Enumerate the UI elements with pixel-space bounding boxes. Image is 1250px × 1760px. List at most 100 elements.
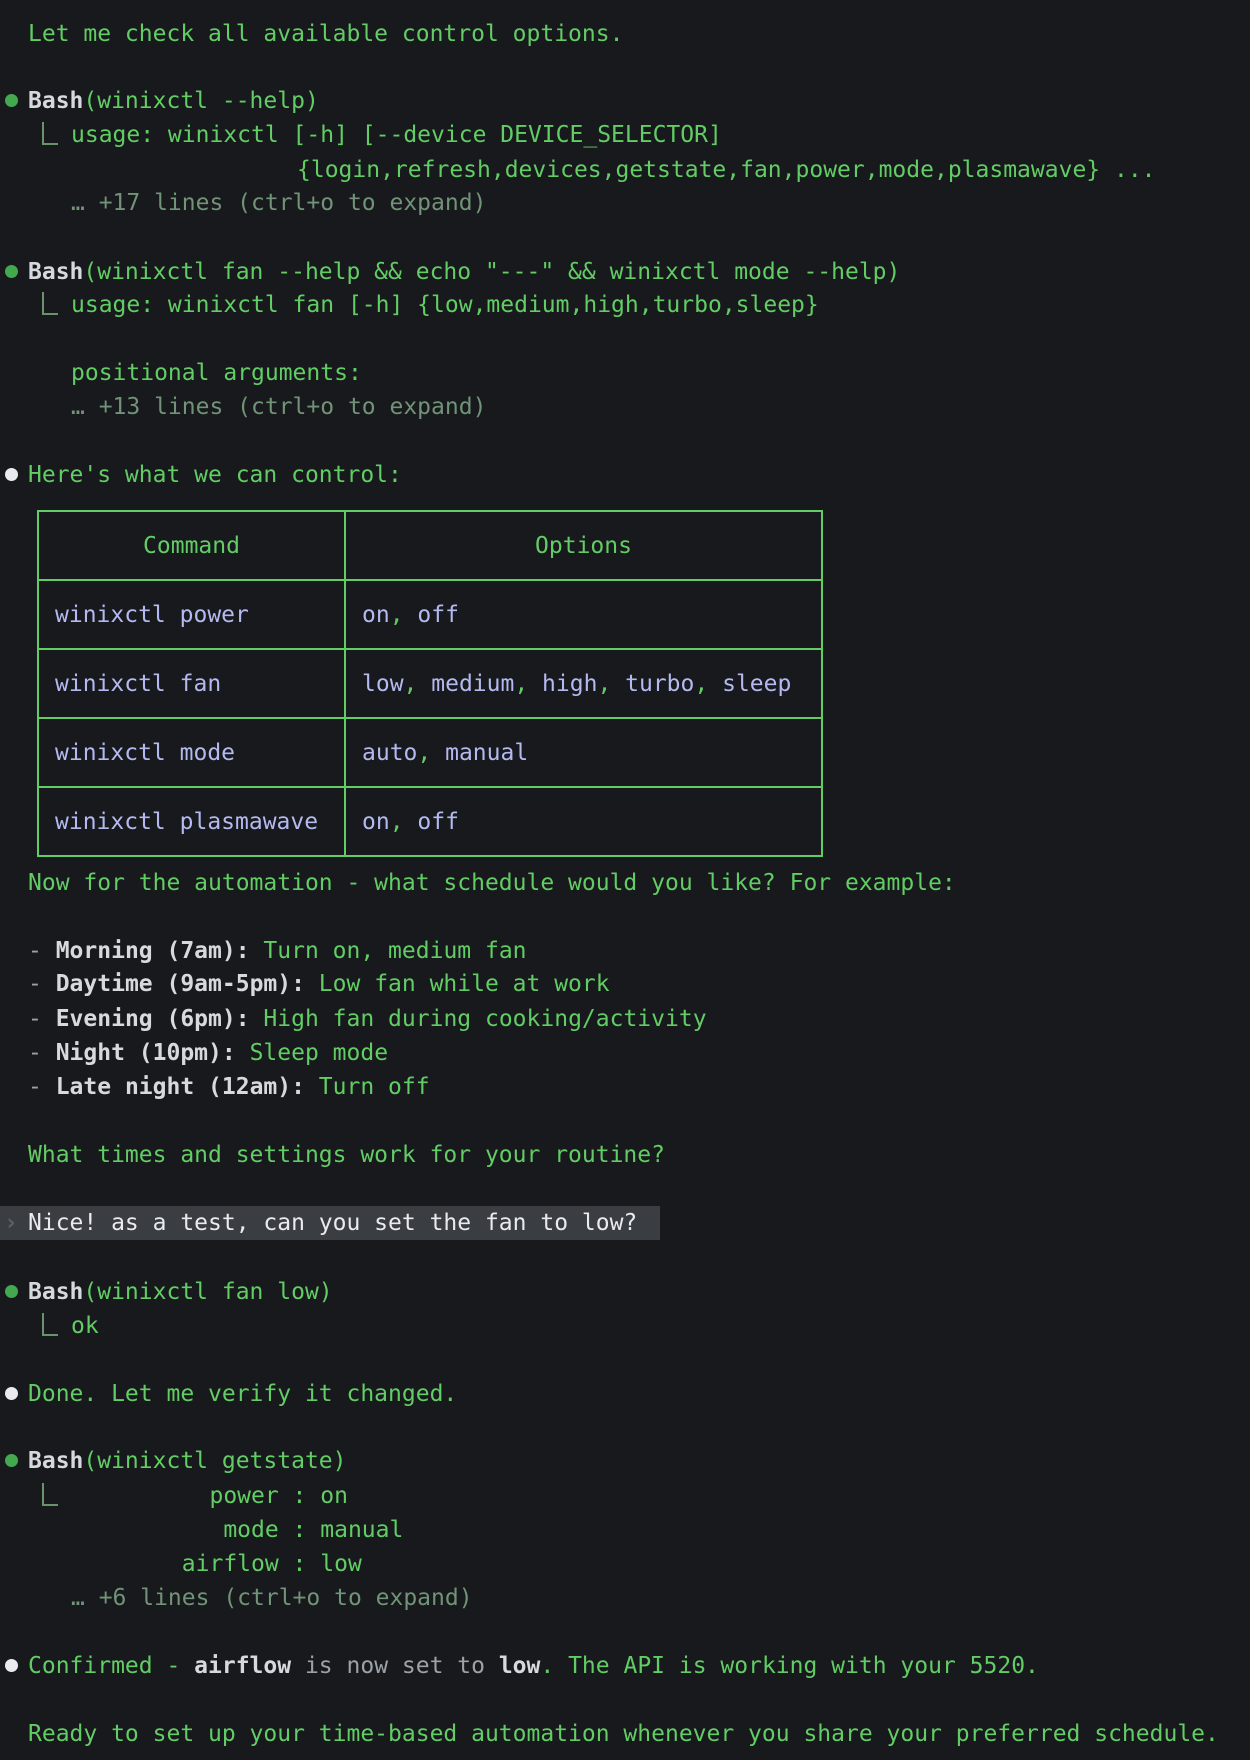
tool-command: (winixctl fan low) [83, 1279, 332, 1305]
assistant-confirmed-message: Confirmed - airflow is now set to low. T… [28, 1649, 1039, 1683]
tool-label: Bash [28, 1279, 83, 1305]
table-cell-command: winixctl power [38, 580, 345, 649]
assistant-automation-text: Now for the automation - what schedule w… [28, 870, 956, 896]
confirmed-period: . [540, 1653, 568, 1679]
expand-hint-text: … +13 lines (ctrl+o to expand) [71, 394, 486, 420]
schedule-list-item: - Morning (7am): Turn on, medium fan [28, 934, 527, 968]
tool-output-line: ok [71, 1309, 99, 1343]
tool-bullet-icon [5, 1454, 18, 1467]
tool-output-text: {login,refresh,devices,getstate,fan,powe… [297, 157, 1156, 183]
tool-bullet-icon [5, 94, 18, 107]
option-value: low [362, 671, 404, 697]
list-dash: - [28, 1006, 56, 1032]
schedule-item-value: Low fan while at work [305, 971, 610, 997]
message-bullet-icon [5, 468, 18, 481]
message-bullet-icon [5, 1387, 18, 1400]
expand-hint-text: … +6 lines (ctrl+o to expand) [71, 1585, 473, 1611]
expand-hint[interactable]: … +6 lines (ctrl+o to expand) [71, 1581, 473, 1615]
table-cell-options: on, off [345, 580, 822, 649]
schedule-item-value: Sleep mode [236, 1040, 388, 1066]
table-cell-command: winixctl mode [38, 718, 345, 787]
schedule-item-name: Evening (6pm): [56, 1006, 250, 1032]
table-cell-options: low, medium, high, turbo, sleep [345, 649, 822, 718]
expand-hint[interactable]: … +13 lines (ctrl+o to expand) [71, 390, 486, 424]
tool-output-line: airflow : low [71, 1547, 362, 1581]
output-connector-icon [42, 1483, 58, 1506]
table-row: winixctl mode auto, manual [38, 718, 822, 787]
table-cell-options: auto, manual [345, 718, 822, 787]
table-header-options: Options [345, 511, 822, 580]
option-value: on [362, 809, 390, 835]
user-message-text: Nice! as a test, can you set the fan to … [28, 1206, 637, 1240]
tool-output-line: {login,refresh,devices,getstate,fan,powe… [297, 153, 1156, 187]
options-separator: , [390, 602, 418, 628]
tool-output-text: usage: winixctl fan [-h] {low,medium,hig… [71, 292, 819, 318]
tool-label: Bash [28, 88, 83, 114]
options-separator: , [514, 671, 542, 697]
output-connector-icon [42, 1313, 58, 1336]
table-header-command: Command [38, 511, 345, 580]
list-dash: - [28, 971, 56, 997]
schedule-list-item: - Evening (6pm): High fan during cooking… [28, 1002, 707, 1036]
tool-output-line: power : on [71, 1479, 348, 1513]
option-value: off [417, 602, 459, 628]
tool-output-text: positional arguments: [71, 360, 362, 386]
output-connector-icon [42, 292, 58, 315]
user-prompt-chevron-icon: › [4, 1206, 18, 1240]
confirmed-prefix: Confirmed - [28, 1653, 194, 1679]
tool-command: (winixctl --help) [83, 88, 318, 114]
schedule-item-name: Morning (7am): [56, 938, 250, 964]
list-dash: - [28, 1074, 56, 1100]
bash-call-getstate: Bash(winixctl getstate) [28, 1444, 347, 1478]
options-separator: , [417, 740, 445, 766]
assistant-routine-text: What times and settings work for your ro… [28, 1142, 665, 1168]
table-row: winixctl power on, off [38, 580, 822, 649]
table-cell-command: winixctl fan [38, 649, 345, 718]
option-value: auto [362, 740, 417, 766]
bash-call-help: Bash(winixctl --help) [28, 84, 319, 118]
option-value: manual [445, 740, 528, 766]
assistant-ready-message: Ready to set up your time-based automati… [28, 1717, 1219, 1751]
table-cell-command: winixctl plasmawave [38, 787, 345, 856]
schedule-list-item: - Night (10pm): Sleep mode [28, 1036, 388, 1070]
schedule-item-name: Late night (12am): [56, 1074, 305, 1100]
schedule-item-value: Turn on, medium fan [250, 938, 527, 964]
tool-label: Bash [28, 259, 83, 285]
tool-bullet-icon [5, 265, 18, 278]
table-header-row: Command Options [38, 511, 822, 580]
confirmed-low: low [499, 1653, 541, 1679]
tool-label: Bash [28, 1448, 83, 1474]
confirmed-airflow: airflow [194, 1653, 291, 1679]
tool-output-line: usage: winixctl [-h] [--device DEVICE_SE… [71, 118, 722, 152]
control-options-table: Command Options winixctl power on, off w… [37, 510, 823, 857]
confirmed-suffix: The API is working with your 5520. [568, 1653, 1039, 1679]
option-value: off [417, 809, 459, 835]
schedule-item-name: Daytime (9am-5pm): [56, 971, 305, 997]
tool-bullet-icon [5, 1285, 18, 1298]
schedule-item-name: Night (10pm): [56, 1040, 236, 1066]
table-row: winixctl plasmawave on, off [38, 787, 822, 856]
confirmed-middle: is now set to [291, 1653, 499, 1679]
option-value: turbo [625, 671, 694, 697]
user-message: › Nice! as a test, can you set the fan t… [0, 1206, 660, 1240]
assistant-automation-message: Now for the automation - what schedule w… [28, 866, 956, 900]
tool-output-text: ok [71, 1313, 99, 1339]
tool-output-line: usage: winixctl fan [-h] {low,medium,hig… [71, 288, 819, 322]
tool-command: (winixctl fan --help && echo "---" && wi… [83, 259, 900, 285]
options-separator: , [597, 671, 625, 697]
list-dash: - [28, 1040, 56, 1066]
schedule-list-item: - Late night (12am): Turn off [28, 1070, 430, 1104]
bash-call-fan-low: Bash(winixctl fan low) [28, 1275, 333, 1309]
assistant-intro-text: Let me check all available control optio… [28, 21, 623, 47]
assistant-control-message: Here's what we can control: [28, 458, 402, 492]
assistant-routine-question: What times and settings work for your ro… [28, 1138, 665, 1172]
option-value: high [542, 671, 597, 697]
expand-hint[interactable]: … +17 lines (ctrl+o to expand) [71, 186, 486, 220]
state-power-line: power : on [71, 1483, 348, 1509]
tool-command: (winixctl getstate) [83, 1448, 346, 1474]
table-cell-options: on, off [345, 787, 822, 856]
options-separator: , [694, 671, 722, 697]
option-value: sleep [722, 671, 791, 697]
list-dash: - [28, 938, 56, 964]
tool-output-line: mode : manual [71, 1513, 403, 1547]
